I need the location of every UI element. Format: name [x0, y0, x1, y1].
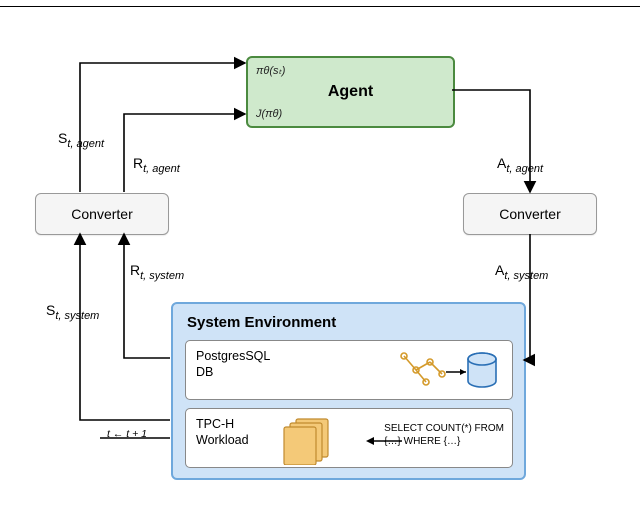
system-environment-box: System Environment PostgresSQL DB	[171, 302, 526, 480]
label-a-agent: At, agent	[497, 155, 543, 175]
workload-label: TPC-H Workload	[196, 417, 249, 448]
label-r-agent: Rt, agent	[133, 155, 180, 175]
label-r-system: Rt, system	[130, 262, 184, 282]
label-s-agent-sub: t, agent	[67, 138, 104, 150]
db-icon	[386, 344, 506, 396]
label-r-agent-sub: t, agent	[143, 163, 180, 175]
workload-box: TPC-H Workload SELECT COUNT(*) FROM {…} …	[185, 408, 513, 468]
db-label: PostgresSQL DB	[196, 349, 270, 380]
label-a-system: At, system	[495, 262, 548, 282]
label-a-agent-sym: A	[497, 155, 506, 171]
agent-box: Agent πθ(sₜ) J(πθ)	[246, 56, 455, 128]
label-a-system-sym: A	[495, 262, 504, 278]
label-s-system-sub: t, system	[55, 310, 99, 322]
system-environment-title: System Environment	[187, 314, 336, 331]
label-a-system-sub: t, system	[504, 270, 548, 282]
converter-left: Converter	[35, 193, 169, 235]
label-r-system-sub: t, system	[140, 270, 184, 282]
label-r-system-sym: R	[130, 262, 140, 278]
converter-left-label: Converter	[71, 206, 132, 222]
label-s-agent-sym: S	[58, 130, 67, 146]
top-rule	[0, 6, 640, 7]
converter-right: Converter	[463, 193, 597, 235]
workload-arrow-icon	[364, 431, 404, 451]
agent-title: Agent	[328, 83, 373, 101]
label-s-system-sym: S	[46, 302, 55, 318]
db-box: PostgresSQL DB	[185, 340, 513, 400]
label-r-agent-sym: R	[133, 155, 143, 171]
agent-policy: πθ(sₜ)	[256, 64, 285, 77]
diagram-canvas: Agent πθ(sₜ) J(πθ) Converter Converter S…	[0, 0, 640, 508]
label-s-agent: St, agent	[58, 130, 104, 150]
label-time-update: t ← t + 1	[107, 428, 147, 440]
converter-right-label: Converter	[499, 206, 560, 222]
workload-icon	[278, 411, 364, 465]
label-s-system: St, system	[46, 302, 99, 322]
label-a-agent-sub: t, agent	[506, 163, 543, 175]
agent-objective: J(πθ)	[256, 108, 282, 120]
